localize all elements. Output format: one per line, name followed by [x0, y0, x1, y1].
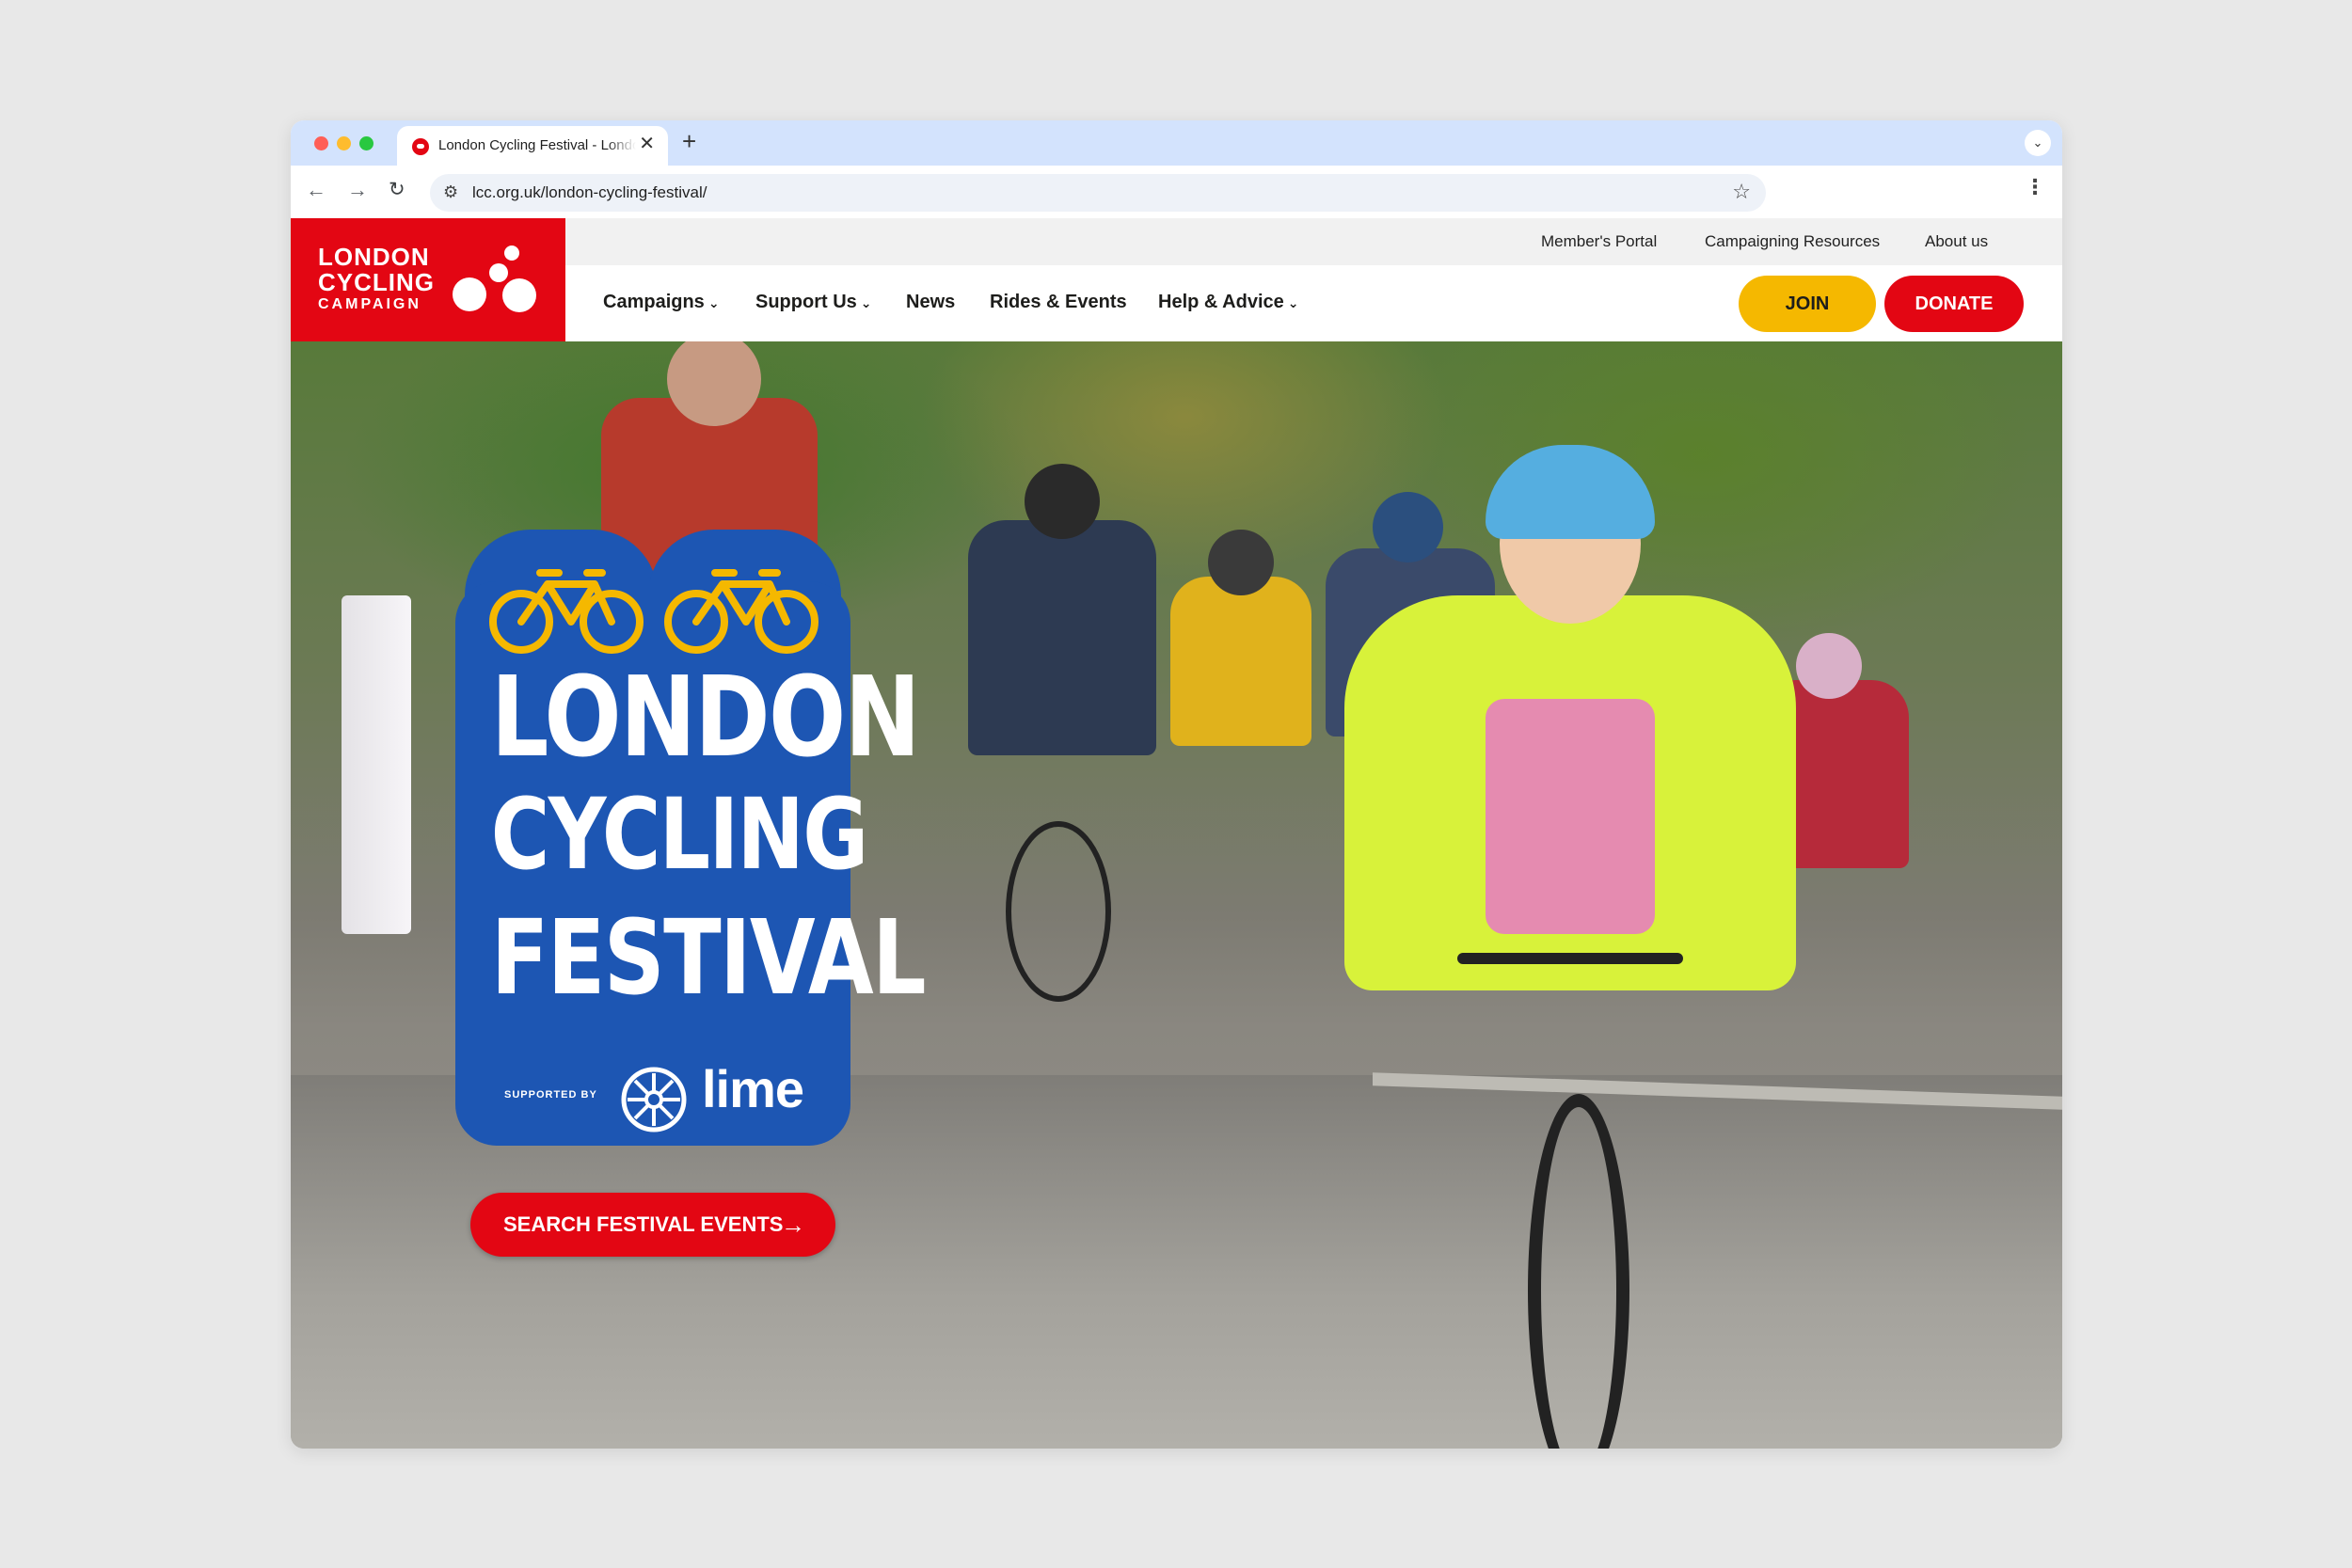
favicon-icon: [412, 138, 429, 155]
site-logo[interactable]: LONDON CYCLING CAMPAIGN: [291, 218, 565, 341]
campaigning-resources-link[interactable]: Campaigning Resources: [1705, 232, 1880, 251]
nav-news[interactable]: News: [906, 292, 955, 313]
lime-logo-text: lime: [702, 1059, 804, 1118]
search-festival-events-button[interactable]: SEARCH FESTIVAL EVENTS →: [470, 1193, 835, 1257]
nav-rides-events[interactable]: Rides & Events: [990, 292, 1127, 313]
reload-icon[interactable]: ↻: [389, 177, 405, 202]
festival-title-line-1: LONDON: [490, 652, 921, 782]
supported-by-label: SUPPORTED BY: [504, 1089, 597, 1101]
minimize-window-button[interactable]: [337, 136, 351, 150]
about-us-link[interactable]: About us: [1925, 232, 1988, 251]
back-arrow-icon[interactable]: ←: [306, 177, 326, 204]
close-tab-icon[interactable]: ✕: [639, 135, 655, 153]
maximize-window-button[interactable]: [359, 136, 373, 150]
join-button[interactable]: JOIN: [1739, 276, 1876, 332]
active-tab[interactable]: London Cycling Festival - London Cycling…: [397, 126, 668, 166]
website: Member's Portal Campaigning Resources Ab…: [291, 218, 2062, 1449]
festival-title-line-2: CYCLING: [490, 777, 868, 892]
logo-wordmark: LONDON CYCLING CAMPAIGN: [318, 243, 435, 312]
festival-badge: LONDON CYCLING FESTIVAL SUPPORTED BY lim…: [455, 530, 927, 1146]
browser-menu-icon[interactable]: ⋮: [2025, 175, 2045, 199]
tab-strip: London Cycling Festival - London Cycling…: [291, 120, 2062, 166]
bicycles-icon: [489, 569, 818, 654]
lime-wheel-icon: [621, 1067, 687, 1132]
tab-title: London Cycling Festival - London Cycling…: [438, 137, 636, 153]
address-bar[interactable]: ⚙ lcc.org.uk/london-cycling-festival/ ☆: [430, 174, 1766, 212]
donate-button[interactable]: DONATE: [1884, 276, 2024, 332]
festival-title-line-3: FESTIVAL: [490, 897, 927, 1018]
hero-banner: LONDON CYCLING FESTIVAL SUPPORTED BY lim…: [291, 341, 2062, 1449]
close-window-button[interactable]: [314, 136, 328, 150]
bookmark-star-icon[interactable]: ☆: [1732, 180, 1751, 204]
chevron-down-icon: ⌄: [1287, 295, 1299, 310]
nav-campaigns[interactable]: Campaigns ⌄: [603, 292, 720, 313]
chevron-down-icon: ⌄: [707, 295, 720, 310]
forward-arrow-icon[interactable]: →: [347, 177, 368, 204]
browser-toolbar: ← → ↻ ⚙ lcc.org.uk/london-cycling-festiv…: [291, 166, 2062, 218]
new-tab-button[interactable]: +: [682, 127, 696, 156]
nav-help-advice[interactable]: Help & Advice ⌄: [1158, 292, 1298, 313]
browser-window: London Cycling Festival - London Cycling…: [291, 120, 2062, 1449]
site-info-icon[interactable]: ⚙: [443, 182, 458, 202]
bicycle-logo-icon: [453, 245, 536, 312]
tab-search-icon[interactable]: ⌄: [2025, 130, 2051, 156]
sign-post: [342, 595, 411, 934]
chevron-down-icon: ⌄: [860, 295, 872, 310]
nav-support-us[interactable]: Support Us ⌄: [755, 292, 872, 313]
members-portal-link[interactable]: Member's Portal: [1541, 232, 1657, 251]
arrow-right-icon: →: [781, 1211, 805, 1239]
url-text[interactable]: lcc.org.uk/london-cycling-festival/: [472, 183, 707, 202]
